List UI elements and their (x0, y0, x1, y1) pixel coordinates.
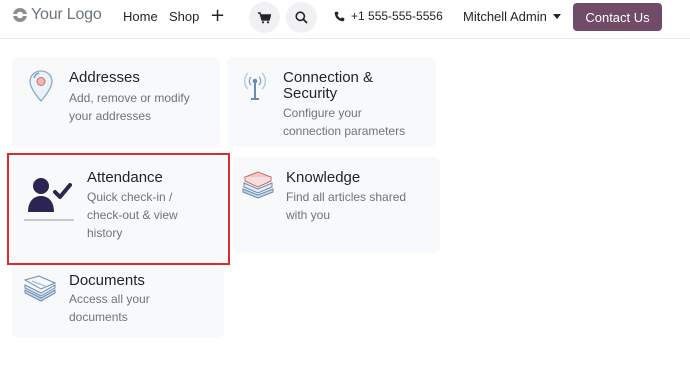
nav-home-link[interactable]: Home (123, 9, 158, 24)
document-stack-icon (23, 275, 57, 302)
chevron-down-icon (552, 14, 561, 19)
contact-us-button[interactable]: Contact Us (573, 3, 662, 31)
antenna-icon (243, 72, 267, 100)
card-description-line: connection parameters (283, 124, 406, 138)
card-description: Configure your connection parameters (283, 104, 405, 140)
card-documents[interactable]: Documents Access all your documents (12, 262, 224, 338)
card-title-line: Connection & (283, 69, 374, 86)
card-description-line: Add, remove or modify (69, 91, 190, 105)
map-pin-icon (29, 70, 53, 102)
card-description-line: documents (69, 310, 128, 324)
card-title: Documents (69, 272, 145, 289)
logo[interactable]: Your Logo (12, 6, 102, 24)
logo-text: Your Logo (31, 6, 102, 23)
user-menu[interactable]: Mitchell Admin (463, 9, 561, 24)
user-name: Mitchell Admin (463, 9, 547, 24)
card-title-line: Security (283, 85, 338, 102)
logo-icon (12, 8, 28, 22)
add-menu-button[interactable]: + (210, 5, 225, 26)
search-button[interactable] (286, 2, 317, 33)
card-addresses[interactable]: Addresses Add, remove or modify your add… (12, 57, 220, 147)
search-icon (295, 11, 308, 24)
card-title: Knowledge (286, 169, 361, 186)
card-description-line: Configure your (283, 106, 362, 120)
nav-shop-link[interactable]: Shop (169, 9, 199, 24)
card-description: Find all articles shared with you (286, 188, 406, 224)
phone-number: +1 555-555-5556 (351, 9, 443, 23)
books-icon (242, 171, 274, 199)
card-description: Access all your documents (69, 290, 150, 326)
highlight-box (7, 153, 230, 265)
phone-icon (334, 11, 345, 21)
card-title: Addresses (69, 69, 140, 86)
card-knowledge[interactable]: Knowledge Find all articles shared with … (233, 157, 440, 253)
phone-contact[interactable]: +1 555-555-5556 (334, 9, 443, 23)
card-title: Connection & Security (283, 70, 373, 102)
card-description-line: Find all articles shared (286, 190, 407, 204)
card-connection-security[interactable]: Connection & Security Configure your con… (227, 57, 436, 147)
cart-icon (258, 11, 271, 23)
card-description-line: with you (286, 208, 331, 222)
top-navbar: Your Logo Home Shop + +1 555-555-5556 Mi… (0, 0, 690, 39)
card-description: Add, remove or modify your addresses (69, 89, 190, 125)
card-description-line: your addresses (69, 109, 152, 123)
cart-button[interactable] (249, 2, 280, 33)
card-description-line: Access all your (69, 292, 150, 306)
